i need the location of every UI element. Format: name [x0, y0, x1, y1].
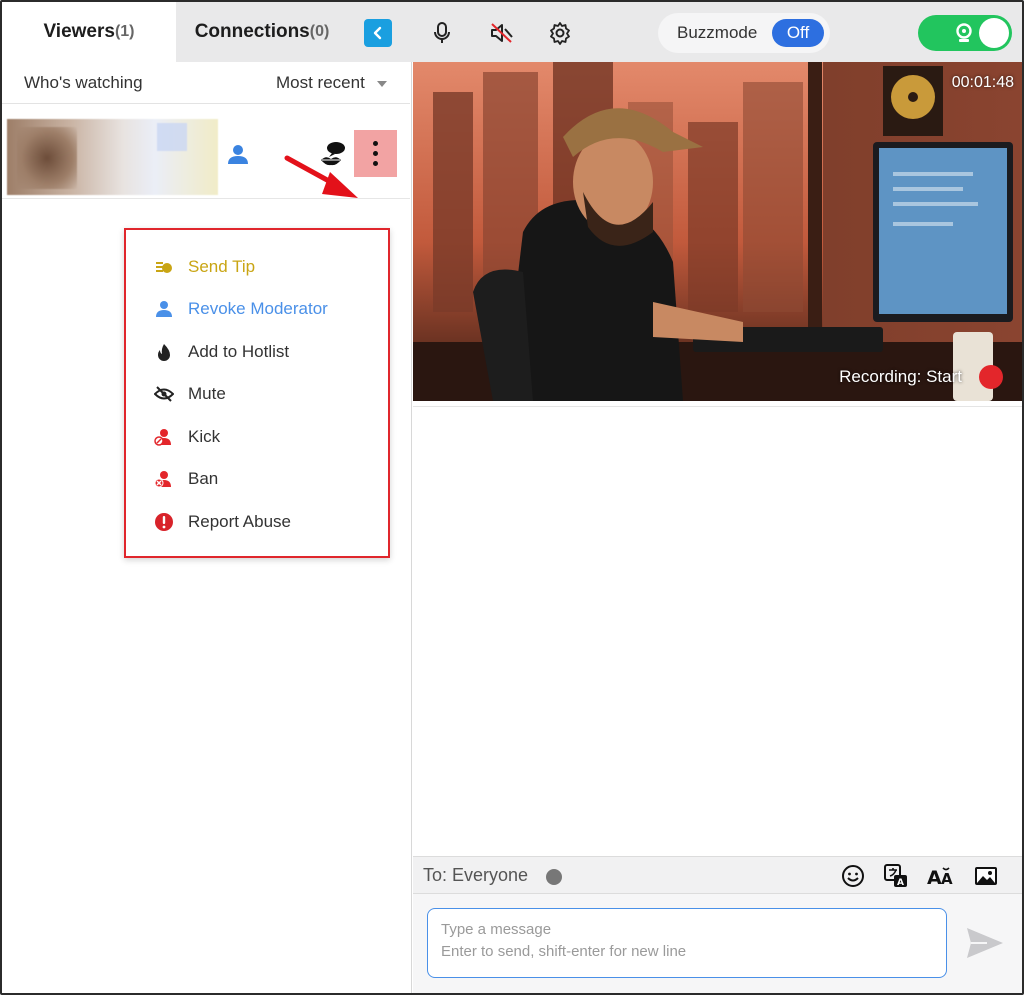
svg-text:A: A: [897, 878, 904, 888]
translate-icon: A: [884, 864, 907, 888]
video-preview: 00:01:48 Recording: Start: [413, 62, 1022, 401]
recipient-selector[interactable]: To: Everyone: [423, 865, 528, 886]
viewer-context-menu: Send Tip Revoke Moderator Add to Hotlist…: [124, 228, 390, 558]
svg-text:A: A: [927, 867, 942, 887]
camera-toggle-knob: [979, 18, 1009, 48]
collapse-panel-button[interactable]: [364, 19, 392, 47]
recording-label[interactable]: Recording: Start: [839, 367, 962, 387]
whos-watching-label: Who's watching: [24, 73, 143, 92]
camera-toggle[interactable]: [918, 15, 1012, 51]
menu-item-label: Revoke Moderator: [188, 299, 328, 318]
message-composer: Type a message Enter to send, shift-ente…: [413, 894, 1022, 993]
microphone-icon: [434, 22, 450, 43]
video-frame: [413, 62, 1022, 401]
sort-dropdown[interactable]: Most recent: [276, 73, 365, 93]
coins-icon: [154, 257, 174, 277]
chat-recipient-bar: To: Everyone A AA: [413, 856, 1022, 894]
emoji-button[interactable]: [841, 864, 865, 888]
font-style-button[interactable]: AA: [927, 864, 955, 888]
tab-connections-count: (0): [309, 23, 330, 40]
menu-item-revoke-moderator[interactable]: Revoke Moderator: [154, 294, 328, 324]
tab-viewers-label: Viewers: [43, 21, 115, 42]
tab-connections-label: Connections: [194, 21, 310, 42]
moderator-icon: [154, 299, 174, 319]
message-hint: Enter to send, shift-enter for new line: [441, 943, 687, 960]
font-size-icon: AA: [927, 867, 953, 887]
viewers-panel: Who's watching Most recent Send Tip Revo…: [2, 62, 412, 993]
buzzmode-label: Buzzmode: [677, 23, 758, 42]
chevron-left-icon: [373, 26, 382, 40]
viewer-more-button[interactable]: [354, 130, 397, 177]
buzzmode-control: Buzzmode Off: [658, 13, 830, 53]
menu-item-report-abuse[interactable]: Report Abuse: [154, 507, 291, 537]
menu-item-label: Report Abuse: [188, 512, 292, 531]
flame-icon: [154, 342, 174, 362]
menu-item-label: Ban: [188, 469, 219, 488]
translate-button[interactable]: A: [883, 864, 909, 888]
speaker-mute-button[interactable]: [489, 20, 515, 46]
smiley-icon: [842, 865, 864, 887]
gear-icon: [550, 22, 570, 45]
annotation-arrow: [284, 155, 358, 198]
menu-item-mute[interactable]: Mute: [154, 379, 226, 409]
tab-viewers[interactable]: Viewers (1): [2, 2, 176, 62]
svg-text:A: A: [941, 870, 953, 887]
menu-item-send-tip[interactable]: Send Tip: [154, 252, 255, 282]
stream-timer: 00:01:48: [951, 74, 1014, 91]
menu-item-label: Send Tip: [188, 257, 256, 276]
webcam-icon: [956, 23, 972, 42]
message-placeholder: Type a message: [441, 921, 552, 938]
app-window: Viewers (1) Connections (0) Buzzmode Off W…: [0, 0, 1024, 995]
user-kick-icon: [154, 427, 174, 447]
alert-icon: [154, 512, 174, 532]
viewer-avatar: [7, 119, 218, 195]
menu-item-label: Add to Hotlist: [188, 342, 290, 361]
settings-button[interactable]: [547, 20, 573, 46]
record-button[interactable]: [979, 365, 1003, 389]
menu-item-add-to-hotlist[interactable]: Add to Hotlist: [154, 337, 289, 367]
menu-item-ban[interactable]: Ban: [154, 464, 218, 494]
caret-down-icon[interactable]: [377, 81, 387, 87]
send-icon[interactable]: [965, 926, 1005, 960]
top-bar: Viewers (1) Connections (0) Buzzmode Off: [2, 2, 1022, 62]
image-icon: [975, 867, 997, 885]
menu-item-label: Mute: [188, 384, 226, 403]
microphone-button[interactable]: [429, 20, 455, 46]
tab-connections[interactable]: Connections (0): [176, 2, 348, 62]
speaker-muted-icon: [491, 23, 513, 43]
viewers-header: Who's watching Most recent: [2, 62, 410, 104]
recipient-status-dot: [546, 869, 562, 885]
message-input[interactable]: Type a message Enter to send, shift-ente…: [427, 908, 947, 978]
menu-item-kick[interactable]: Kick: [154, 422, 220, 452]
chat-messages: [413, 406, 1022, 856]
tab-viewers-count: (1): [114, 23, 135, 40]
eye-slash-icon: [154, 384, 174, 404]
buzzmode-toggle[interactable]: Off: [772, 19, 824, 47]
more-dot: [373, 151, 378, 156]
more-dot: [373, 161, 378, 166]
moderator-badge-icon: [228, 144, 248, 164]
menu-item-label: Kick: [188, 427, 221, 446]
more-dot: [373, 141, 378, 146]
image-upload-button[interactable]: [974, 864, 998, 888]
user-ban-icon: [154, 469, 174, 489]
